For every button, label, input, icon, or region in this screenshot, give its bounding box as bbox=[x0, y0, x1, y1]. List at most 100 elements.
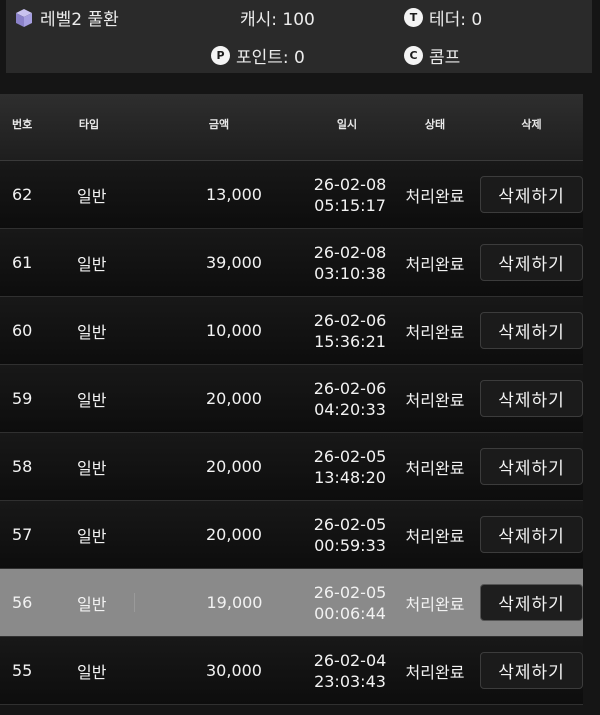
row-datetime: 26-02-08 03:10:38 bbox=[304, 242, 390, 284]
delete-button[interactable]: 삭제하기 bbox=[480, 176, 583, 213]
table-row: 58 일반 20,000 26-02-05 13:48:20 처리완료 삭제하기 bbox=[0, 433, 583, 501]
row-status: 처리완료 bbox=[405, 390, 465, 410]
row-type: 일반 bbox=[77, 186, 107, 206]
row-delete-cell: 삭제하기 bbox=[480, 312, 583, 349]
table-row: 60 일반 10,000 26-02-06 15:36:21 처리완료 삭제하기 bbox=[0, 297, 583, 365]
row-time: 04:20:33 bbox=[314, 399, 386, 419]
level-indicator: 레벨2 풀환 bbox=[14, 5, 119, 30]
delete-button[interactable]: 삭제하기 bbox=[480, 516, 583, 553]
table-body: 62 일반 13,000 26-02-08 05:15:17 처리완료 삭제하기 61 일반 39… bbox=[0, 161, 583, 705]
row-number: 58 bbox=[12, 457, 33, 476]
row-type: 일반 bbox=[77, 526, 107, 546]
table-row: 56 일반 19,000 26-02-05 00:06:44 처리완료 삭제하기 bbox=[0, 569, 583, 637]
row-number: 59 bbox=[12, 389, 33, 408]
table-row: 61 일반 39,000 26-02-08 03:10:38 처리완료 삭제하기 bbox=[0, 229, 583, 297]
row-date: 26-02-08 bbox=[313, 242, 387, 262]
row-date: 26-02-05 bbox=[313, 514, 387, 534]
row-number: 57 bbox=[12, 525, 33, 544]
comp-icon: C bbox=[404, 46, 423, 65]
row-delete-cell: 삭제하기 bbox=[480, 176, 583, 213]
row-number: 60 bbox=[12, 321, 33, 340]
row-delete-cell: 삭제하기 bbox=[480, 584, 583, 621]
row-time: 23:03:43 bbox=[314, 671, 386, 691]
point-label: 포인트: 0 bbox=[236, 48, 305, 68]
table-row: 57 일반 20,000 26-02-05 00:59:33 처리완료 삭제하기 bbox=[0, 501, 583, 569]
header-no: 번호 bbox=[12, 118, 33, 131]
row-amount: 13,000 bbox=[206, 185, 262, 204]
row-amount: 20,000 bbox=[206, 457, 262, 476]
row-date: 26-02-06 bbox=[313, 378, 387, 398]
cash-label: 캐시: 100 bbox=[240, 10, 315, 30]
row-datetime: 26-02-04 23:03:43 bbox=[304, 650, 390, 692]
header-delete: 삭제 bbox=[521, 118, 542, 131]
row-number: 62 bbox=[12, 185, 33, 204]
row-date: 26-02-08 bbox=[313, 174, 387, 194]
row-amount: 20,000 bbox=[206, 525, 262, 544]
row-status: 처리완료 bbox=[405, 186, 465, 206]
header-type: 타입 bbox=[78, 118, 100, 131]
row-time: 03:10:38 bbox=[314, 263, 386, 283]
row-status: 처리완료 bbox=[405, 458, 465, 478]
delete-button[interactable]: 삭제하기 bbox=[480, 244, 583, 281]
point-balance: P 포인트: 0 bbox=[211, 43, 305, 68]
row-time: 05:15:17 bbox=[314, 195, 386, 215]
row-type: 일반 bbox=[77, 254, 107, 274]
row-date: 26-02-05 bbox=[313, 582, 387, 602]
row-date: 26-02-05 bbox=[313, 446, 387, 466]
table-header: 번호 타입 금액 일시 상태 삭제 bbox=[0, 94, 583, 161]
row-time: 00:59:33 bbox=[314, 535, 386, 555]
comp-label: 콤프 bbox=[429, 48, 461, 68]
delete-button[interactable]: 삭제하기 bbox=[480, 380, 583, 417]
point-icon: P bbox=[211, 46, 230, 65]
delete-button[interactable]: 삭제하기 bbox=[480, 584, 583, 621]
row-amount: 10,000 bbox=[206, 321, 262, 340]
row-number: 56 bbox=[12, 593, 33, 612]
row-datetime: 26-02-05 13:48:20 bbox=[304, 446, 390, 488]
table-row: 59 일반 20,000 26-02-06 04:20:33 처리완료 삭제하기 bbox=[0, 365, 583, 433]
header-amount: 금액 bbox=[208, 118, 230, 131]
row-type: 일반 bbox=[77, 458, 107, 478]
delete-button[interactable]: 삭제하기 bbox=[480, 448, 583, 485]
row-delete-cell: 삭제하기 bbox=[480, 448, 583, 485]
row-datetime: 26-02-06 04:20:33 bbox=[304, 378, 390, 420]
row-datetime: 26-02-05 00:59:33 bbox=[304, 514, 390, 556]
row-amount: 30,000 bbox=[206, 661, 262, 680]
row-amount: 19,000 bbox=[134, 593, 304, 612]
row-date: 26-02-04 bbox=[313, 650, 387, 670]
row-delete-cell: 삭제하기 bbox=[480, 380, 583, 417]
row-datetime: 26-02-06 15:36:21 bbox=[304, 310, 390, 352]
level-label: 레벨2 풀환 bbox=[40, 10, 119, 30]
row-time: 15:36:21 bbox=[314, 331, 386, 351]
row-status: 처리완료 bbox=[405, 526, 465, 546]
tether-label: 테더: 0 bbox=[429, 10, 483, 30]
table-row: 62 일반 13,000 26-02-08 05:15:17 처리완료 삭제하기 bbox=[0, 161, 583, 229]
row-type: 일반 bbox=[77, 594, 107, 614]
cash-balance: 캐시: 100 bbox=[240, 5, 315, 30]
table-row: 55 일반 30,000 26-02-04 23:03:43 처리완료 삭제하기 bbox=[0, 637, 583, 705]
row-number: 61 bbox=[12, 253, 33, 272]
header-status: 상태 bbox=[424, 118, 446, 131]
row-time: 00:06:44 bbox=[314, 603, 386, 623]
row-type: 일반 bbox=[77, 322, 107, 342]
comp-balance: C 콤프 bbox=[404, 43, 460, 68]
row-type: 일반 bbox=[77, 390, 107, 410]
header-datetime: 일시 bbox=[336, 118, 358, 131]
row-status: 처리완료 bbox=[405, 662, 465, 682]
delete-button[interactable]: 삭제하기 bbox=[480, 652, 583, 689]
tether-icon: T bbox=[404, 8, 423, 27]
row-datetime: 26-02-05 00:06:44 bbox=[304, 582, 390, 624]
row-date: 26-02-06 bbox=[313, 310, 387, 330]
delete-button[interactable]: 삭제하기 bbox=[480, 312, 583, 349]
row-amount: 20,000 bbox=[206, 389, 262, 408]
row-delete-cell: 삭제하기 bbox=[480, 516, 583, 553]
row-status: 처리완료 bbox=[405, 322, 465, 342]
row-amount: 39,000 bbox=[206, 253, 262, 272]
transaction-table: 번호 타입 금액 일시 상태 삭제 62 일반 13,000 26-02-08 05:1… bbox=[0, 94, 583, 705]
row-number: 55 bbox=[12, 661, 33, 680]
account-summary-panel: 레벨2 풀환 캐시: 100 T 테더: 0 P 포인트: 0 C 콤프 bbox=[6, 0, 592, 73]
row-type: 일반 bbox=[77, 662, 107, 682]
row-status: 처리완료 bbox=[405, 594, 465, 614]
row-delete-cell: 삭제하기 bbox=[480, 244, 583, 281]
tether-balance: T 테더: 0 bbox=[404, 5, 482, 30]
row-time: 13:48:20 bbox=[314, 467, 386, 487]
